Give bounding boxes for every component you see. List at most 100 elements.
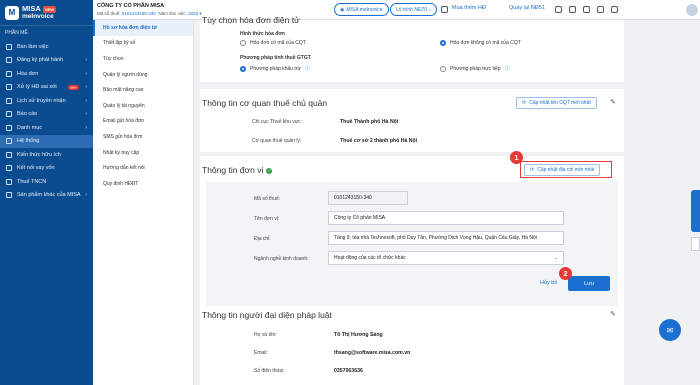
nav-icon xyxy=(6,151,12,158)
nav-item[interactable]: Kiến thức hữu ích xyxy=(0,148,93,162)
side-feedback-tab[interactable] xyxy=(691,190,700,232)
settings-menu-item[interactable]: Bảo mật nâng cao xyxy=(93,82,193,98)
nav-icon xyxy=(6,165,12,172)
rep-email-label: Email: xyxy=(254,350,268,356)
rep-email-value: thsang@software.misa.com.vn xyxy=(334,350,411,356)
apps-grid-icon[interactable] xyxy=(597,6,604,13)
nav-icon xyxy=(6,84,12,91)
count-badge: 99+ xyxy=(68,84,79,90)
tax-authority-card: Thông tin cơ quan thuế chủ quản ⟳ Cập nhậ… xyxy=(200,89,624,152)
tax-manager-label: Cơ quan thuế quản lý: xyxy=(252,138,302,144)
business-line-select[interactable]: Hoạt động của các tổ chức khác ⌄ xyxy=(328,251,564,265)
nav-item[interactable]: Báo cáo › xyxy=(0,108,93,122)
cancel-button[interactable]: Hủy bỏ xyxy=(540,280,557,286)
nav-icon xyxy=(6,124,12,131)
radio-direct-method[interactable]: Phương pháp trực tiếp ⓘ xyxy=(440,65,510,72)
tax-manager-value: Thuế cơ sở 2 thành phố Hà Nội xyxy=(340,138,418,144)
unit-tax-field: 0101243150-340 xyxy=(328,191,408,205)
settings-menu-item[interactable]: Quản lý người dùng xyxy=(93,67,193,83)
nav-item[interactable]: Bàn làm việc xyxy=(0,40,93,54)
edit-pencil-icon[interactable]: ✎ xyxy=(610,98,618,106)
nav-item[interactable]: Đăng ký phát hành › xyxy=(0,54,93,68)
company-meta: Mã số thuế: 0101243150-340 Năm làm việc:… xyxy=(97,11,202,16)
chevron-right-icon: › xyxy=(429,6,431,13)
decree-roadmap-button[interactable]: Lộ trình NĐ70 › xyxy=(390,3,437,16)
save-button[interactable]: Lưu xyxy=(568,276,610,291)
help-icon[interactable] xyxy=(583,6,590,13)
settings-menu-item[interactable]: Nhật ký truy cập xyxy=(93,145,193,161)
chevron-right-icon: › xyxy=(85,70,87,77)
nav-item[interactable]: Xử lý HĐ sai sót 99+ › xyxy=(0,81,93,95)
settings-menu-item[interactable]: Email gửi hóa đơn xyxy=(93,114,193,130)
nav-item-label: Kết nối vay vốn xyxy=(17,165,55,172)
chat-support-icon[interactable]: ✉ xyxy=(659,319,681,341)
nav-item[interactable]: Danh mục › xyxy=(0,121,93,135)
left-navigation: M MISA NEW meInvoice PHẦN MỀ Bàn làm việc… xyxy=(0,0,93,385)
nav-icon xyxy=(6,111,12,118)
side-tool-tab[interactable] xyxy=(691,237,700,251)
brand-name: MISA xyxy=(22,4,41,13)
settings-menu-item[interactable]: SMS gửi hóa đơn xyxy=(93,129,193,145)
chevron-right-icon: › xyxy=(85,84,87,91)
misa-logo-icon: M xyxy=(5,5,19,20)
nav-item[interactable]: Hóa đơn › xyxy=(0,67,93,81)
chevron-right-icon: › xyxy=(85,192,87,199)
settings-menu-item[interactable]: Tùy chọn xyxy=(93,51,193,67)
settings-menu-item[interactable]: Hồ sơ hóa đơn điện tử xyxy=(93,20,193,36)
nav-icon xyxy=(6,138,12,145)
unit-address-label: Địa chỉ: xyxy=(254,236,271,242)
chevron-right-icon: › xyxy=(85,57,87,64)
settings-menu-item[interactable]: Quản lý tài nguyên xyxy=(93,98,193,114)
working-year-select[interactable]: 2025 xyxy=(188,11,198,16)
nav-item[interactable]: Kết nối vay vốn xyxy=(0,162,93,176)
nav-item[interactable]: Thuế TNCN xyxy=(0,175,93,189)
nav-item-label: Sản phẩm khác của MISA xyxy=(17,192,81,199)
radio-with-code[interactable]: Hóa đơn có mã của CQT xyxy=(240,40,306,46)
settings-menu-item[interactable]: Hướng dẫn kết nối xyxy=(93,160,193,176)
chevron-down-icon: ⌄ xyxy=(553,255,558,261)
settings-menu-item[interactable]: Thiết lập ký số xyxy=(93,36,193,52)
nav-item[interactable]: Lịch sử truyền nhận › xyxy=(0,94,93,108)
invoice-form-label: Hình thức hóa đơn xyxy=(240,31,285,37)
settings-gear-icon[interactable] xyxy=(611,6,618,13)
radio-deduction-method[interactable]: Phương pháp khấu trừ ⓘ xyxy=(240,65,310,72)
version-label: PHẦN MỀ xyxy=(5,30,28,36)
user-avatar[interactable] xyxy=(686,4,698,16)
info-icon[interactable]: ⓘ xyxy=(305,65,310,72)
unit-address-field[interactable]: Tầng 9, tòa nhà Technosoft, phố Duy Tân,… xyxy=(328,231,564,245)
cart-icon[interactable] xyxy=(441,6,448,13)
nav-item-label: Đăng ký phát hành xyxy=(17,57,64,64)
invoice-options-title: Tùy chọn hóa đơn điện tử xyxy=(202,15,300,25)
edit-pencil-icon[interactable]: ✎ xyxy=(610,310,618,318)
nav-item[interactable]: Hệ thống xyxy=(0,134,93,148)
nav-icon xyxy=(6,57,12,64)
nav-item[interactable]: Sản phẩm khác của MISA › xyxy=(0,189,93,203)
rep-name-value: Tô Thị Hương Sáng xyxy=(334,332,383,338)
phone-icon[interactable] xyxy=(555,6,562,13)
unit-tax-label: Mã số thuế: xyxy=(254,196,281,202)
nav-list: Bàn làm việc Đăng ký phát hành › Hóa đơn › Xử… xyxy=(0,40,93,202)
buy-more-invoices-link[interactable]: Mua thêm HĐ xyxy=(452,5,486,11)
settings-menu: Hồ sơ hóa đơn điện tử Thiết lập ký số Tùy … xyxy=(93,20,194,385)
new-badge: NEW xyxy=(42,6,57,13)
misa-meinvoice-button[interactable]: ◉ MISA meInvoice xyxy=(334,3,389,16)
bell-icon[interactable] xyxy=(569,6,576,13)
nav-icon xyxy=(6,178,12,185)
business-line-label: Ngành nghề kinh doanh: xyxy=(254,256,309,262)
refresh-icon: ⟳ xyxy=(522,100,527,106)
settings-menu-item[interactable]: Quy định HĐĐT xyxy=(93,176,193,192)
chevron-right-icon: › xyxy=(85,111,87,118)
update-tax-authority-button[interactable]: ⟳ Cập nhật tên CQT mới nhất xyxy=(516,97,597,109)
nav-icon xyxy=(6,192,12,199)
chevron-right-icon: › xyxy=(85,124,87,131)
step-callout-2: 2 xyxy=(559,267,572,280)
info-icon[interactable]: ⓘ xyxy=(505,65,510,72)
brand-product: meInvoice xyxy=(22,13,54,20)
nav-icon xyxy=(6,70,12,77)
unit-name-field[interactable]: Công ty Cổ phần MISA xyxy=(328,211,564,225)
radio-without-code[interactable]: Hóa đơn không có mã của CQT xyxy=(440,40,521,46)
company-name: CÔNG TY CỔ PHẦN MISA xyxy=(97,3,165,9)
back-decree-link[interactable]: Quay lại NĐ51 xyxy=(509,5,545,11)
brand-logo[interactable]: M MISA NEW meInvoice xyxy=(0,0,93,26)
chevron-right-icon: › xyxy=(85,97,87,104)
